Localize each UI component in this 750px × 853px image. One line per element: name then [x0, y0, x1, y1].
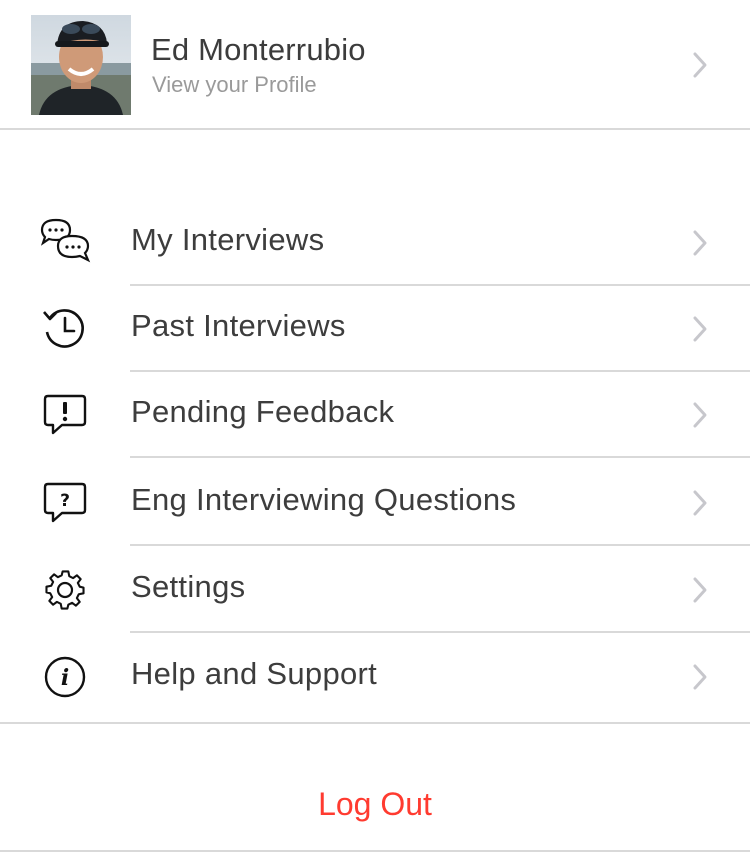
- menu-item-label: Pending Feedback: [131, 394, 395, 429]
- svg-text:i: i: [61, 665, 69, 691]
- profile-row[interactable]: Ed Monterrubio View your Profile: [0, 0, 750, 130]
- menu-item-label: Eng Interviewing Questions: [131, 482, 517, 517]
- svg-text:?: ?: [60, 491, 70, 511]
- gear-icon: [45, 570, 85, 610]
- menu-item-label: Past Interviews: [131, 308, 346, 343]
- profile-name: Ed Monterrubio: [151, 32, 366, 67]
- chevron-right-icon: [693, 316, 707, 342]
- menu-item-eng-interviewing-questions[interactable]: ? Eng Interviewing Questions: [0, 460, 750, 546]
- chevron-right-icon: [693, 490, 707, 516]
- chevron-right-icon: [693, 577, 707, 603]
- log-out-button[interactable]: Log Out: [0, 786, 750, 823]
- separator: [130, 544, 750, 546]
- chevron-right-icon: [693, 402, 707, 428]
- menu-item-label: My Interviews: [131, 222, 325, 257]
- chevron-right-icon: [693, 664, 707, 690]
- menu-item-my-interviews[interactable]: My Interviews: [0, 200, 750, 286]
- info-icon: i: [44, 656, 86, 698]
- question-bubble-icon: ?: [43, 482, 87, 523]
- chat-bubbles-icon: [40, 218, 91, 263]
- view-profile-link[interactable]: View your Profile: [152, 72, 317, 98]
- menu-item-settings[interactable]: Settings: [0, 547, 750, 633]
- avatar-photo: [31, 15, 131, 115]
- separator: [0, 722, 750, 724]
- alert-bubble-icon: [43, 394, 87, 435]
- menu-item-label: Settings: [131, 569, 246, 604]
- avatar[interactable]: [31, 15, 131, 115]
- chevron-right-icon: [693, 230, 707, 256]
- menu-item-help-and-support[interactable]: i Help and Support: [0, 634, 750, 720]
- separator: [130, 631, 750, 633]
- menu-item-label: Help and Support: [131, 656, 378, 691]
- history-icon: [43, 309, 84, 348]
- separator: [130, 456, 750, 458]
- chevron-right-icon: [693, 52, 707, 78]
- menu-item-pending-feedback[interactable]: Pending Feedback: [0, 372, 750, 458]
- separator: [0, 850, 750, 852]
- menu-item-past-interviews[interactable]: Past Interviews: [0, 286, 750, 372]
